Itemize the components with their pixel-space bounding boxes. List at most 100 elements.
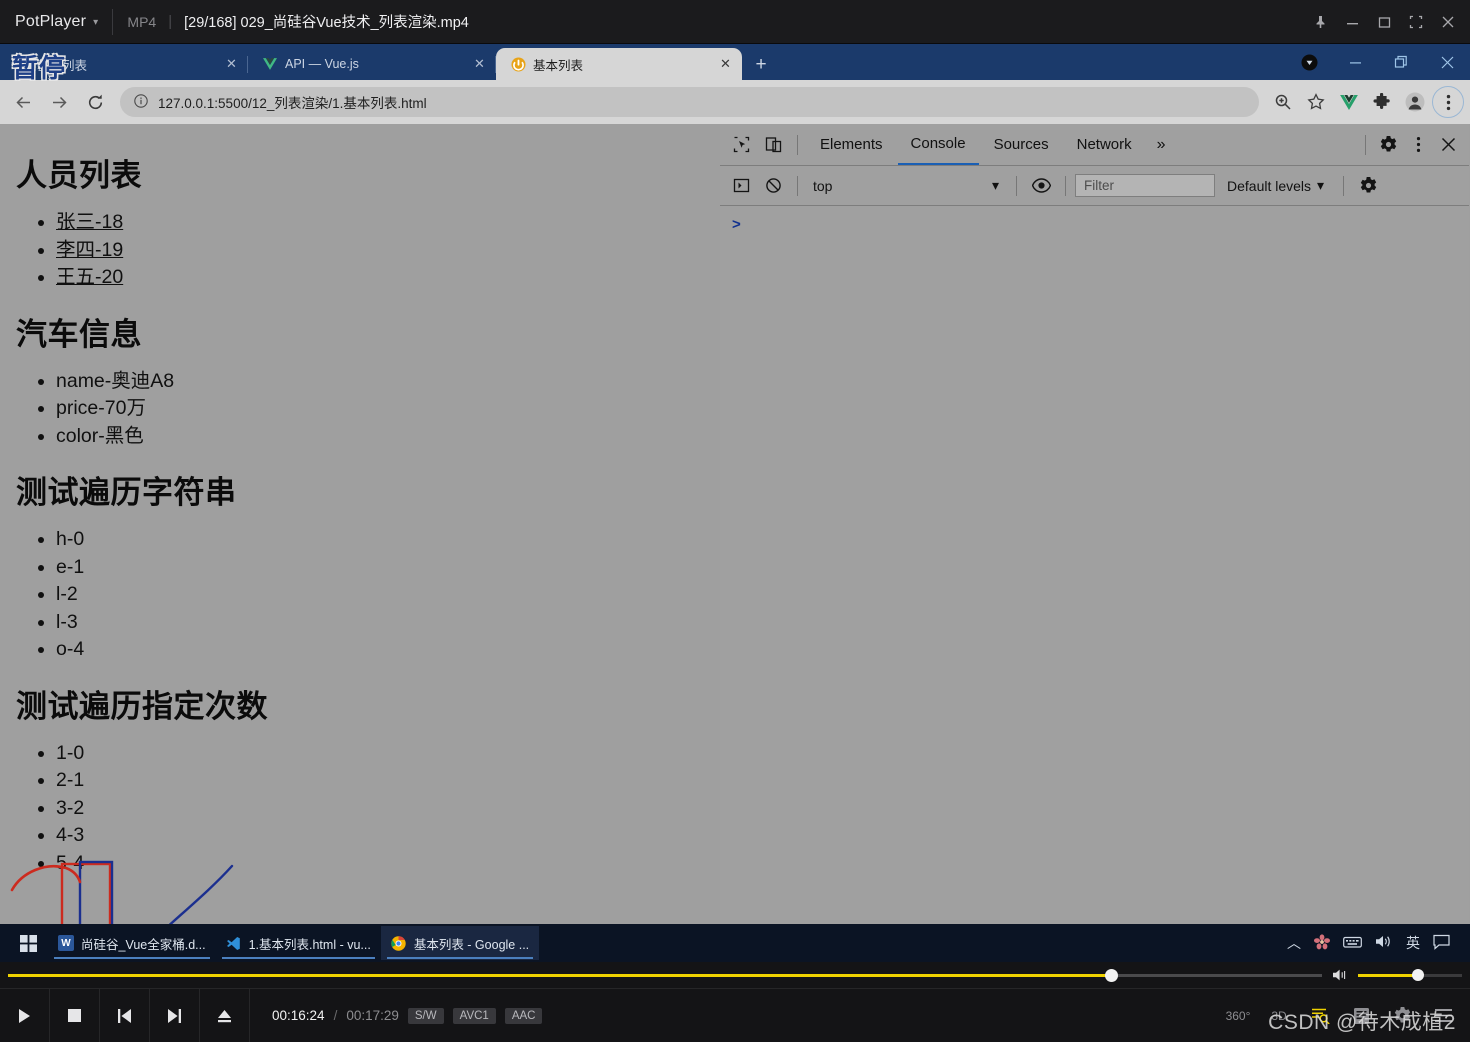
- list-item: price-70万: [56, 395, 704, 422]
- vr360-button[interactable]: 360°: [1219, 996, 1257, 1036]
- devtools-tab-bar: Elements Console Sources Network »: [720, 124, 1469, 166]
- zoom-icon[interactable]: [1267, 86, 1299, 118]
- keyboard-icon[interactable]: [1343, 935, 1362, 952]
- potplayer-logo[interactable]: PotPlayer ▾: [0, 13, 98, 31]
- settings-gear-icon[interactable]: [1373, 130, 1403, 160]
- decoder-badge[interactable]: S/W: [407, 1007, 444, 1024]
- potplayer-control-bar: 00:16:24 / 00:17:29 S/W AVC1 AAC 360° 3D: [0, 962, 1470, 1042]
- browser-tab-2[interactable]: API — Vue.js ✕: [248, 48, 496, 80]
- screen-root: PotPlayer ▾ MP4 | [29/168] 029_尚硅谷Vue技术_列…: [0, 0, 1470, 1042]
- tab-elements[interactable]: Elements: [807, 124, 896, 165]
- browser-tab-1-title: 基本列表: [37, 58, 88, 73]
- close-devtools-icon[interactable]: [1433, 130, 1463, 160]
- vr3d-button[interactable]: 3D: [1260, 996, 1298, 1036]
- pin-icon[interactable]: [1304, 0, 1336, 44]
- next-button[interactable]: [150, 989, 200, 1042]
- new-tab-button[interactable]: +: [746, 50, 776, 80]
- maximize-icon[interactable]: [1368, 0, 1400, 44]
- console-context-select[interactable]: top ▾: [807, 174, 1007, 198]
- list-item: 3-2: [56, 795, 704, 822]
- console-sidebar-icon[interactable]: [726, 171, 756, 201]
- toolbar-divider: [1343, 175, 1345, 196]
- more-tabs-icon[interactable]: »: [1147, 136, 1176, 154]
- device-toolbar-icon[interactable]: [758, 130, 788, 160]
- inspect-icon[interactable]: [726, 130, 756, 160]
- console-settings-gear-icon[interactable]: [1353, 171, 1383, 201]
- video-codec-badge[interactable]: AVC1: [452, 1007, 496, 1024]
- close-icon[interactable]: [1432, 0, 1464, 44]
- fullscreen-icon[interactable]: [1400, 0, 1432, 44]
- notification-icon[interactable]: [1433, 934, 1450, 953]
- seek-progress-fill: [8, 973, 1112, 977]
- omnibox[interactable]: 127.0.0.1:5500/12_列表渲染/1.基本列表.html: [120, 87, 1259, 117]
- volume-icon[interactable]: [1332, 968, 1351, 982]
- chrome-menu-icon[interactable]: [1432, 86, 1464, 118]
- seek-slider[interactable]: [8, 962, 1322, 988]
- more-options-icon[interactable]: [1403, 130, 1433, 160]
- tab-console[interactable]: Console: [897, 124, 979, 165]
- playlist-search-icon[interactable]: [1301, 996, 1339, 1036]
- record-icon[interactable]: [1286, 44, 1332, 80]
- vue-devtools-icon[interactable]: [1333, 86, 1365, 118]
- devtools-tab-bar-right: [1358, 130, 1463, 160]
- list-item: l-2: [56, 581, 704, 608]
- playback-time-area: 00:16:24 / 00:17:29 S/W AVC1 AAC: [250, 1007, 543, 1024]
- vue-icon: [262, 56, 278, 72]
- playlist-menu-icon[interactable]: [1424, 996, 1462, 1036]
- console-output-area[interactable]: >: [720, 206, 1469, 244]
- extensions-icon[interactable]: [1366, 86, 1398, 118]
- chevron-down-icon[interactable]: ▾: [93, 17, 98, 28]
- page-content: 人员列表 张三-18 李四-19 王五-20 汽车信息 name-奥迪A8 pr…: [0, 124, 720, 924]
- play-button[interactable]: [0, 989, 50, 1042]
- taskbar-item-chrome[interactable]: 基本列表 - Google ...: [380, 926, 540, 960]
- previous-button[interactable]: [100, 989, 150, 1042]
- audio-codec-badge[interactable]: AAC: [504, 1007, 543, 1024]
- close-icon[interactable]: [1424, 44, 1470, 80]
- tab-sources[interactable]: Sources: [981, 124, 1062, 165]
- stop-button[interactable]: [50, 989, 100, 1042]
- toolbar-divider: [1065, 175, 1066, 196]
- console-toolbar: top ▾ Filter Default levels ▾: [720, 166, 1469, 206]
- browser-tab-1[interactable]: 基本列表 ✕: [0, 48, 248, 80]
- restore-icon[interactable]: [1378, 44, 1424, 80]
- taskbar-item-vscode[interactable]: 1.基本列表.html - vu...: [216, 926, 381, 960]
- ime-language-indicator[interactable]: 英: [1406, 933, 1420, 953]
- back-icon[interactable]: [6, 85, 40, 119]
- reload-icon[interactable]: [78, 85, 112, 119]
- eject-button[interactable]: [200, 989, 250, 1042]
- close-icon[interactable]: ✕: [223, 56, 240, 73]
- list-item: 王五-20: [56, 264, 704, 291]
- list-item: e-1: [56, 554, 704, 581]
- info-icon[interactable]: [134, 93, 148, 111]
- profile-icon[interactable]: [1399, 86, 1431, 118]
- console-filter-input[interactable]: Filter: [1075, 174, 1215, 197]
- toolbar-divider: [797, 134, 798, 155]
- devtools-panel: Elements Console Sources Network » top ▾…: [720, 124, 1469, 924]
- console-context-value: top: [813, 177, 833, 194]
- minimize-icon[interactable]: [1332, 44, 1378, 80]
- clear-console-icon[interactable]: [758, 171, 788, 201]
- bookmark-save-icon[interactable]: [1342, 996, 1380, 1036]
- seek-handle[interactable]: [1105, 968, 1119, 982]
- windows-start-icon[interactable]: [8, 924, 48, 962]
- volume-icon[interactable]: [1375, 934, 1393, 952]
- settings-gear-icon[interactable]: [1383, 996, 1421, 1036]
- close-icon[interactable]: ✕: [471, 56, 488, 73]
- taskbar-item-word[interactable]: W 尚硅谷_Vue全家桶.d...: [48, 926, 216, 960]
- tab-network[interactable]: Network: [1064, 124, 1145, 165]
- volume-slider[interactable]: [1332, 962, 1462, 988]
- forward-icon[interactable]: [42, 85, 76, 119]
- console-levels-select[interactable]: Default levels ▾: [1217, 177, 1334, 194]
- minimize-icon[interactable]: [1336, 0, 1368, 44]
- live-expression-icon[interactable]: [1026, 171, 1056, 201]
- bookmark-star-icon[interactable]: [1300, 86, 1332, 118]
- browser-tab-3-active[interactable]: 基本列表 ✕: [496, 48, 742, 80]
- list-item: color-黑色: [56, 423, 704, 450]
- chrome-toolbar: 127.0.0.1:5500/12_列表渲染/1.基本列表.html: [0, 80, 1470, 124]
- browser-viewport: 人员列表 张三-18 李四-19 王五-20 汽车信息 name-奥迪A8 pr…: [0, 124, 1470, 924]
- sogou-flower-icon[interactable]: [1314, 933, 1330, 953]
- volume-handle[interactable]: [1412, 969, 1425, 981]
- close-icon[interactable]: ✕: [717, 56, 734, 73]
- word-icon: W: [58, 935, 74, 951]
- chevron-up-icon[interactable]: ︿: [1287, 933, 1301, 953]
